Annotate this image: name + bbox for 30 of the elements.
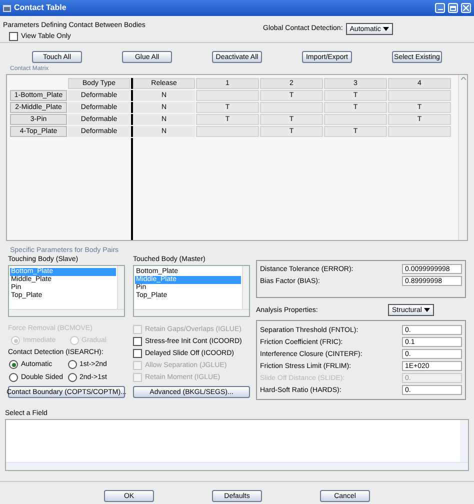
checkbox[interactable] [9, 32, 18, 41]
table-cell[interactable] [196, 90, 259, 101]
checkbox[interactable] [133, 349, 142, 358]
table-cell[interactable] [388, 90, 451, 101]
scrollbar[interactable] [458, 75, 467, 240]
window-icon [3, 4, 11, 12]
scroll-up-icon [460, 77, 466, 80]
table-cell[interactable] [324, 114, 387, 125]
radio-button[interactable] [9, 360, 18, 369]
radio-button[interactable] [68, 373, 76, 382]
scrollbar[interactable] [460, 420, 468, 462]
maximize-button[interactable] [448, 3, 458, 13]
radio-button[interactable] [9, 373, 18, 382]
minimize-button[interactable] [435, 3, 445, 13]
text-area[interactable] [5, 419, 469, 471]
scrollbar[interactable] [242, 266, 249, 309]
table-cell[interactable] [196, 126, 259, 137]
caret-icon [424, 308, 430, 312]
checkbox[interactable] [133, 337, 142, 346]
radio-button[interactable] [68, 360, 76, 369]
window-title: Contact Table [14, 2, 66, 14]
scrollbar[interactable] [134, 309, 249, 316]
scrollbar[interactable] [6, 462, 468, 470]
close-button[interactable] [461, 3, 471, 13]
scrollbar[interactable] [9, 309, 124, 316]
table-cell[interactable] [388, 126, 451, 137]
table-cell[interactable] [260, 102, 323, 113]
scrollbar[interactable] [117, 266, 124, 309]
caret-icon [382, 27, 389, 31]
close-icon [463, 5, 469, 11]
